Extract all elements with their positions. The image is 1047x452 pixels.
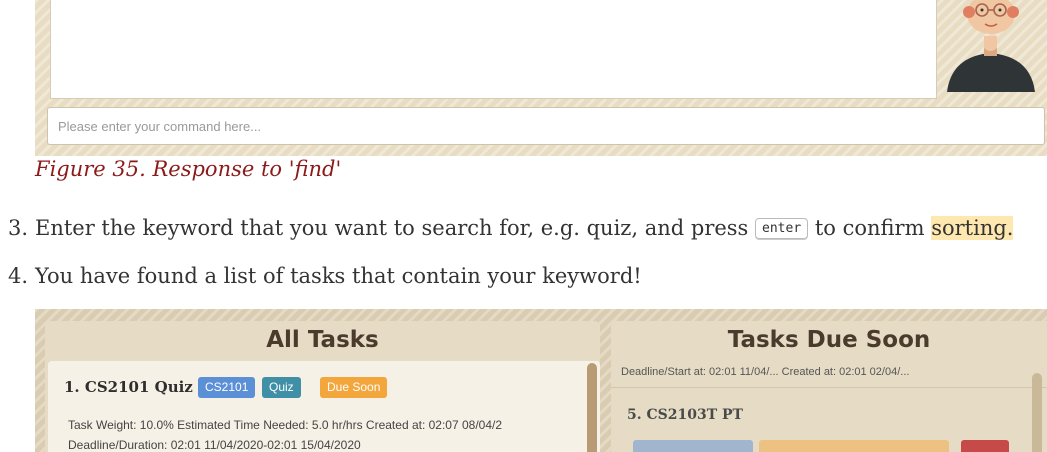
command-input[interactable]: Please enter your command here...: [47, 107, 1045, 145]
task-deadline-line: Deadline/Duration: 02:01 11/04/2020-02:0…: [68, 438, 361, 452]
tasks-due-soon-panel: Tasks Due Soon Deadline/Start at: 02:01 …: [611, 321, 1047, 452]
response-screenshot: Please enter your command here...: [35, 0, 1047, 156]
step-number: 3.: [8, 216, 29, 240]
step-4: 4. You have found a list of tasks that co…: [8, 264, 642, 288]
due-soon-task-title: 5. CS2103T PT: [627, 407, 743, 423]
task-card[interactable]: 1. CS2101 Quiz 1 CS2101 Quiz Due Soon Ta…: [48, 361, 600, 452]
due-countdown-tag: [759, 440, 949, 452]
step-number: 4.: [8, 264, 29, 288]
scrollbar[interactable]: [1032, 373, 1042, 452]
step-text: Enter the keyword that you want to searc…: [35, 216, 749, 240]
type-tag: Quiz: [262, 377, 301, 398]
all-tasks-title: All Tasks: [266, 327, 379, 353]
module-tag: CS2101: [198, 377, 256, 398]
person-avatar-icon: [943, 0, 1038, 92]
enter-key: enter: [755, 218, 809, 239]
due-soon-tag: Due Soon: [320, 377, 388, 398]
highlighted-word: sorting.: [931, 216, 1014, 240]
exam-tag: [961, 440, 1009, 452]
step-text-after: to confirm: [814, 216, 925, 240]
task-title: 1. CS2101 Quiz 1: [64, 378, 209, 396]
weight-module-tag: [633, 440, 753, 452]
scrollbar[interactable]: [587, 363, 597, 452]
step-text: You have found a list of tasks that cont…: [35, 264, 642, 288]
all-tasks-panel: All Tasks 1. CS2101 Quiz 1 CS2101 Quiz D…: [45, 321, 600, 452]
task-info-line: Task Weight: 10.0% Estimated Time Needed…: [68, 418, 503, 432]
tasks-due-soon-title: Tasks Due Soon: [727, 327, 931, 353]
due-soon-meta-line: Deadline/Start at: 02:01 11/04/... Creat…: [621, 366, 910, 378]
divider: [611, 387, 1047, 388]
step-3: 3. Enter the keyword that you want to sea…: [8, 216, 1014, 240]
response-display-box: [50, 0, 937, 99]
task-list-screenshot: All Tasks 1. CS2101 Quiz 1 CS2101 Quiz D…: [35, 309, 1047, 452]
figure-caption: Figure 35. Response to 'find': [35, 157, 342, 181]
